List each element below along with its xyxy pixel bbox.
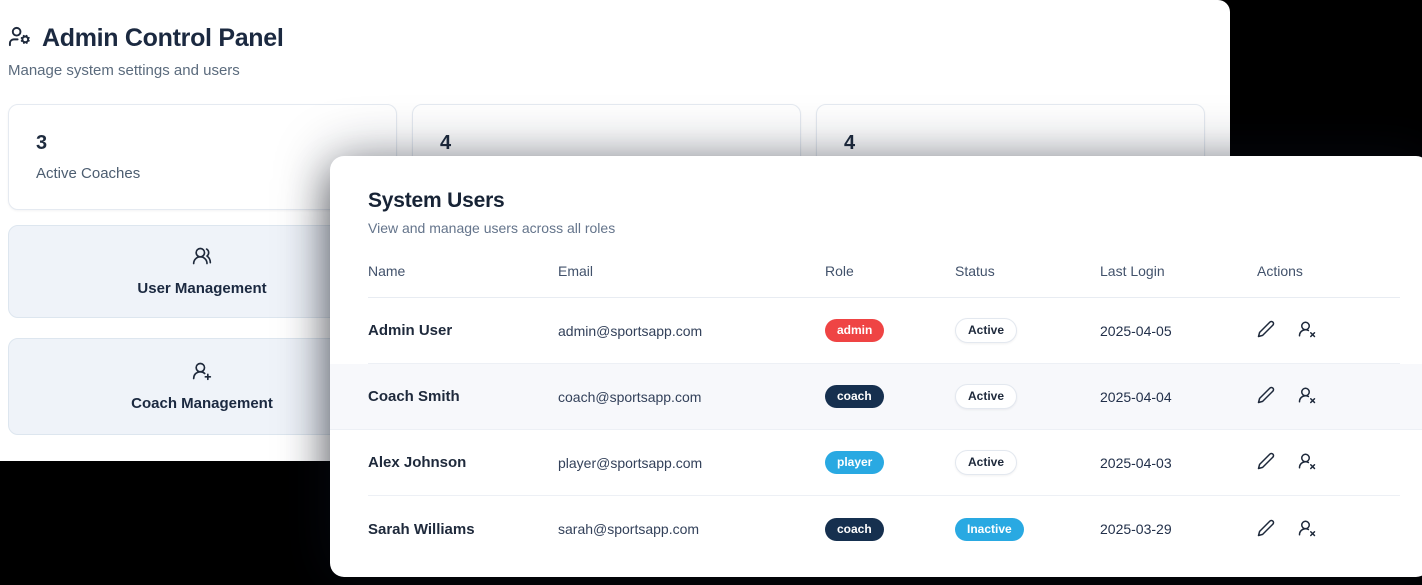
remove-user-button[interactable] (1298, 452, 1316, 473)
stat-value: 4 (844, 132, 1204, 155)
user-email: sarah@sportsapp.com (558, 521, 825, 537)
coach-management-label: Coach Management (131, 395, 273, 412)
column-header-lastlogin: Last Login (1100, 263, 1257, 279)
users-icon (192, 246, 212, 271)
user-name: Admin User (368, 322, 558, 339)
table-row: Coach Smith coach@sportsapp.com coach Ac… (330, 364, 1422, 430)
edit-user-button[interactable] (1257, 519, 1275, 540)
edit-icon (1257, 320, 1275, 341)
stat-value: 4 (440, 132, 800, 155)
column-header-email: Email (558, 263, 825, 279)
column-header-status: Status (955, 263, 1100, 279)
remove-user-icon (1298, 452, 1316, 473)
user-plus-icon (192, 361, 212, 386)
remove-user-button[interactable] (1298, 320, 1316, 341)
edit-icon (1257, 452, 1275, 473)
edit-user-button[interactable] (1257, 452, 1275, 473)
row-actions (1257, 386, 1400, 407)
status-badge: Inactive (955, 518, 1024, 541)
column-header-name: Name (368, 263, 558, 279)
row-actions (1257, 452, 1400, 473)
column-header-actions: Actions (1257, 263, 1400, 279)
user-management-label: User Management (137, 280, 266, 297)
role-badge: coach (825, 385, 884, 408)
last-login: 2025-04-03 (1100, 455, 1257, 471)
status-badge: Active (955, 384, 1017, 409)
user-email: player@sportsapp.com (558, 455, 825, 471)
system-users-modal: System Users View and manage users acros… (330, 156, 1422, 577)
last-login: 2025-04-04 (1100, 389, 1257, 405)
page-title: Admin Control Panel (42, 24, 284, 53)
remove-user-icon (1298, 519, 1316, 540)
user-email: admin@sportsapp.com (558, 323, 825, 339)
user-email: coach@sportsapp.com (558, 389, 825, 405)
status-badge: Active (955, 450, 1017, 475)
remove-user-icon (1298, 386, 1316, 407)
user-name: Coach Smith (368, 388, 558, 405)
table-body: Admin User admin@sportsapp.com admin Act… (368, 298, 1400, 562)
user-cog-icon (8, 25, 31, 53)
table-row: Sarah Williams sarah@sportsapp.com coach… (368, 496, 1400, 562)
status-badge: Active (955, 318, 1017, 343)
remove-user-button[interactable] (1298, 519, 1316, 540)
column-header-role: Role (825, 263, 955, 279)
edit-user-button[interactable] (1257, 320, 1275, 341)
row-actions (1257, 320, 1400, 341)
edit-icon (1257, 519, 1275, 540)
user-name: Sarah Williams (368, 521, 558, 538)
role-badge: player (825, 451, 884, 474)
role-badge: coach (825, 518, 884, 541)
edit-icon (1257, 386, 1275, 407)
users-table: Name Email Role Status Last Login Action… (368, 257, 1400, 562)
row-actions (1257, 519, 1400, 540)
page-subtitle: Manage system settings and users (8, 62, 1230, 79)
last-login: 2025-03-29 (1100, 521, 1257, 537)
table-header-row: Name Email Role Status Last Login Action… (368, 257, 1400, 298)
remove-user-icon (1298, 320, 1316, 341)
user-name: Alex Johnson (368, 454, 558, 471)
stat-value: 3 (36, 132, 396, 155)
modal-title: System Users (368, 189, 1400, 213)
modal-subtitle: View and manage users across all roles (368, 220, 1400, 236)
edit-user-button[interactable] (1257, 386, 1275, 407)
role-badge: admin (825, 319, 884, 342)
page-header: Admin Control Panel Manage system settin… (0, 0, 1230, 79)
last-login: 2025-04-05 (1100, 323, 1257, 339)
remove-user-button[interactable] (1298, 386, 1316, 407)
table-row: Alex Johnson player@sportsapp.com player… (368, 430, 1400, 496)
admin-page: { "page": { "title": "Admin Control Pane… (0, 0, 1422, 585)
table-row: Admin User admin@sportsapp.com admin Act… (368, 298, 1400, 364)
